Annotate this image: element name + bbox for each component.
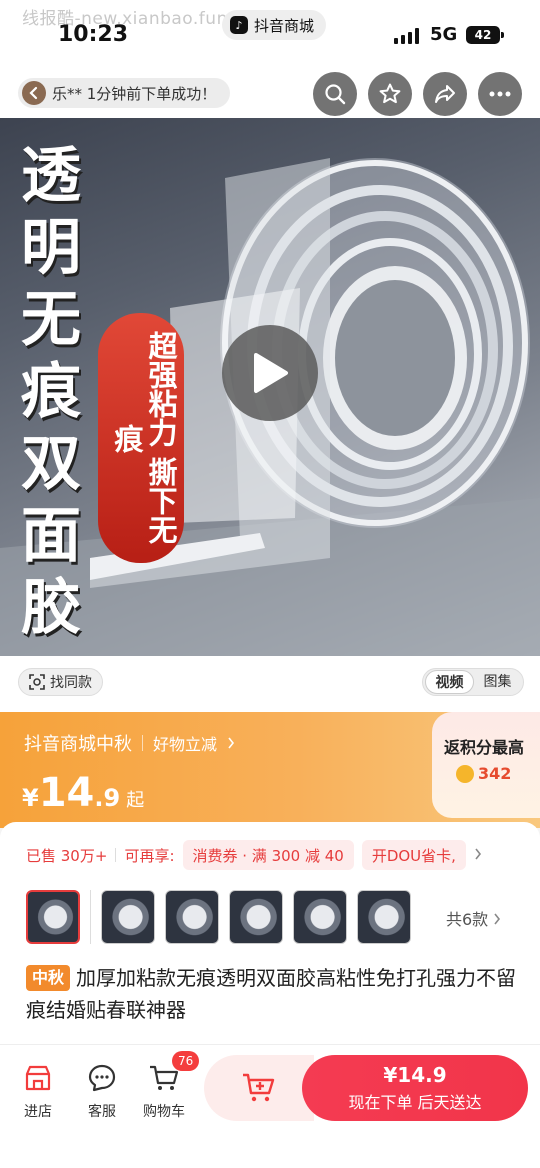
price-suffix: 起 — [126, 790, 145, 811]
cashback-value-row: 342 — [456, 764, 511, 783]
hero-title: 透 明 无 痕 双 面 胶 — [12, 140, 90, 644]
promo-banner[interactable]: 抖音商城中秋 好物立减 ¥ 14 .9 起 返积分最高 342 — [0, 712, 540, 828]
variant-thumb[interactable] — [26, 890, 80, 944]
service-button[interactable]: 客服 — [72, 1061, 132, 1121]
add-to-cart-button[interactable] — [204, 1055, 314, 1121]
chevron-right-icon — [227, 733, 235, 754]
title-tag: 中秋 — [26, 965, 71, 991]
tab-video[interactable]: 视频 — [425, 670, 474, 694]
order-toast: 乐** 1分钟前下单成功！ — [18, 78, 231, 108]
hero-feature-badge: 超强粘力 撕下无痕 — [98, 313, 184, 563]
sold-count: 已售 30万+ — [26, 846, 108, 865]
shop-icon — [21, 1061, 55, 1095]
buy-price: ¥14.9 — [383, 1063, 447, 1087]
more-icon[interactable] — [478, 72, 522, 116]
share-icon[interactable] — [423, 72, 467, 116]
bottom-action-bar: 进店 客服 购物车 76 ¥14.9 现在下单 后天送达 — [0, 1044, 540, 1168]
promo-price: ¥ 14 .9 起 — [22, 770, 144, 816]
cart-badge: 76 — [172, 1051, 200, 1071]
shop-label: 进店 — [24, 1104, 52, 1120]
variant-thumb[interactable] — [229, 890, 283, 944]
price-integer: 14 — [38, 770, 95, 816]
price-currency: ¥ — [22, 784, 39, 812]
network-type: 5G — [430, 24, 458, 45]
product-info-card: 已售 30万+ 可再享: 消费券 · 满 300 减 40 开DOU省卡, 共6… — [0, 822, 540, 1044]
hero-title-char: 无 — [21, 285, 81, 355]
douyin-logo-icon: ♪ — [230, 16, 248, 34]
hero-title-char: 痕 — [21, 357, 81, 427]
shop-button[interactable]: 进店 — [8, 1061, 68, 1121]
promo-event: 抖音商城中秋 好物立减 — [24, 730, 235, 756]
search-icon[interactable] — [313, 72, 357, 116]
coupon-chip[interactable]: 消费券 · 满 300 减 40 — [182, 840, 354, 870]
variant-thumb[interactable] — [357, 890, 411, 944]
cashback-value: 342 — [478, 764, 512, 783]
hero-title-char: 胶 — [21, 573, 81, 643]
variant-thumbnails — [26, 890, 411, 944]
hero-title-char: 双 — [21, 429, 81, 499]
battery-icon: 42 — [466, 26, 504, 44]
order-toast-text: 乐** 1分钟前下单成功！ — [52, 84, 217, 103]
promo-sub: 好物立减 — [153, 735, 218, 754]
signal-icon — [394, 28, 419, 44]
status-bar: 线报酷-new.xianbao.fun 10:23 ♪ 抖音商城 5G 42 — [0, 0, 540, 70]
app-name: 抖音商城 — [254, 16, 315, 35]
tab-gallery[interactable]: 图集 — [474, 670, 521, 694]
find-same-button[interactable]: 找同款 — [18, 668, 103, 696]
back-icon[interactable] — [22, 81, 46, 105]
cashback-card[interactable]: 返积分最高 342 — [432, 712, 540, 818]
cashback-title: 返积分最高 — [444, 738, 525, 757]
media-bar: 找同款 视频 图集 — [0, 656, 540, 712]
sales-tags: 已售 30万+ 可再享: 消费券 · 满 300 减 40 开DOU省卡, — [26, 840, 482, 870]
variant-thumb[interactable] — [293, 890, 347, 944]
hero-title-char: 面 — [21, 501, 81, 571]
buy-now-button[interactable]: ¥14.9 现在下单 后天送达 — [302, 1055, 528, 1121]
product-title: 中秋 加厚加粘款无痕透明双面胶高粘性免打孔强力不留痕结婚贴春联神器 — [26, 962, 518, 1026]
cart-label: 购物车 — [143, 1104, 185, 1120]
variant-count-label: 共6款 — [446, 910, 489, 929]
hero-title-char: 透 — [21, 141, 81, 211]
chevron-right-icon — [494, 913, 501, 925]
chat-icon — [85, 1061, 119, 1095]
star-icon[interactable] — [368, 72, 412, 116]
play-icon[interactable] — [222, 325, 318, 421]
buy-label: 现在下单 后天送达 — [348, 1093, 482, 1112]
hero-title-char: 明 — [21, 213, 81, 283]
variant-thumb[interactable] — [101, 890, 155, 944]
variant-count[interactable]: 共6款 — [446, 906, 501, 930]
variant-thumb[interactable] — [165, 890, 219, 944]
product-topbar: 乐** 1分钟前下单成功！ — [0, 70, 540, 118]
find-same-label: 找同款 — [50, 675, 92, 691]
promo-event-name: 抖音商城中秋 — [24, 734, 132, 755]
scan-icon — [29, 674, 45, 690]
dou-chip[interactable]: 开DOU省卡, — [361, 840, 466, 870]
product-title-text: 加厚加粘款无痕透明双面胶高粘性免打孔强力不留痕结婚贴春联神器 — [26, 966, 517, 1022]
product-video[interactable]: 透 明 无 痕 双 面 胶 超强粘力 撕下无痕 — [0, 118, 540, 656]
battery-level: 42 — [474, 28, 492, 42]
status-time: 10:23 — [58, 22, 129, 47]
media-tab-switch: 视频 图集 — [422, 668, 524, 696]
coin-icon — [456, 764, 474, 783]
app-indicator[interactable]: ♪ 抖音商城 — [222, 10, 327, 40]
chevron-right-icon[interactable] — [474, 846, 482, 864]
service-label: 客服 — [88, 1104, 116, 1120]
price-decimal: .9 — [94, 784, 121, 812]
can-enjoy-label: 可再享: — [124, 846, 175, 865]
add-cart-icon — [243, 1073, 275, 1102]
